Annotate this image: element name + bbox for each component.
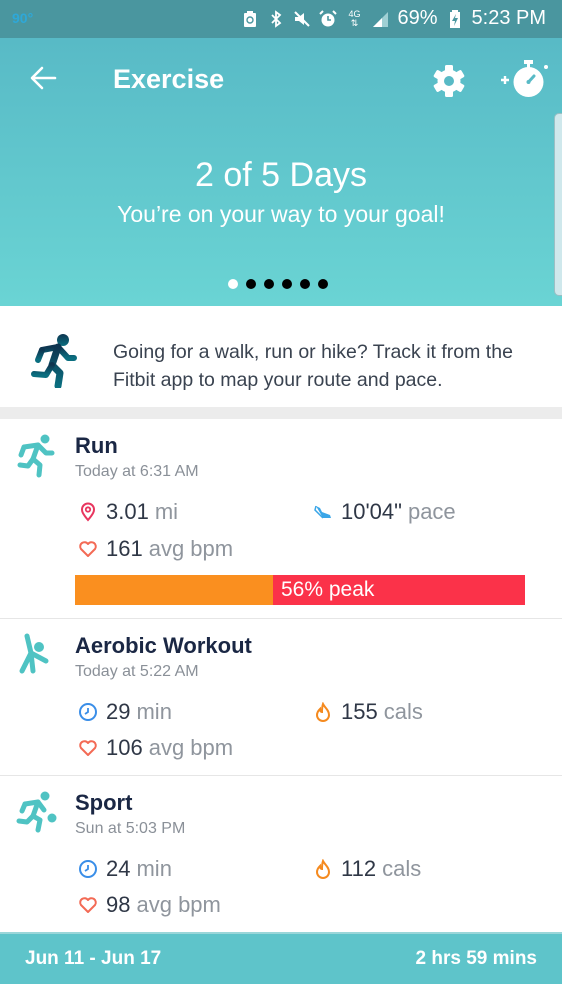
page-dot[interactable] — [300, 279, 310, 289]
flame-icon — [315, 702, 331, 722]
section-divider — [0, 407, 562, 419]
page-title: Exercise — [113, 64, 225, 94]
date-range: Jun 11 - Jun 17 — [25, 948, 162, 969]
weekly-summary-bar[interactable]: Jun 11 - Jun 17 2 hrs 59 mins — [0, 932, 562, 984]
heart-icon — [79, 740, 97, 756]
clock-icon — [79, 703, 97, 721]
page-dot[interactable] — [282, 279, 292, 289]
exercise-entry-run[interactable]: Run Today at 6:31 AM 3.01 mi 10'04" pace… — [0, 419, 562, 619]
page-indicator[interactable] — [228, 279, 328, 289]
stat-heart-rate: 98 avg bpm — [78, 892, 221, 918]
exercise-time: Sun at 5:03 PM — [75, 820, 186, 837]
run-icon — [17, 434, 55, 478]
data-4g-icon: 4G ⇅ — [348, 8, 361, 28]
goal-header: Exercise 2 of 5 Days You’re on your way … — [0, 38, 562, 306]
heart-icon — [79, 897, 97, 913]
flame-icon — [315, 859, 331, 879]
total-exercise-time: 2 hrs 59 mins — [415, 948, 537, 969]
clock-time: 5:23 PM — [471, 7, 546, 29]
stat-distance: 3.01 mi — [78, 499, 178, 525]
settings-button[interactable] — [432, 64, 466, 98]
gear-icon — [433, 65, 465, 97]
stat-calories: 112 cals — [313, 856, 421, 882]
stat-pace: 10'04" pace — [313, 499, 456, 525]
tip-text: Going for a walk, run or hike? Track it … — [113, 341, 513, 391]
location-pin-icon — [80, 502, 96, 522]
exercise-name: Run — [75, 433, 118, 458]
stat-duration: 29 min — [78, 699, 172, 725]
exercise-name: Aerobic Workout — [75, 633, 252, 658]
battery-saver-icon — [241, 9, 259, 29]
stat-heart-rate: 161 avg bpm — [78, 536, 233, 562]
heart-rate-zone-bar: 56% peak — [75, 575, 525, 605]
battery-percent: 69% — [397, 7, 438, 29]
next-card-peek[interactable] — [554, 113, 562, 296]
sport-icon — [16, 791, 57, 833]
signal-icon — [371, 9, 389, 29]
gps-tip-banner[interactable]: Going for a walk, run or hike? Track it … — [0, 306, 562, 407]
stopwatch-plus-icon — [501, 60, 548, 97]
arrow-left-icon — [30, 66, 57, 90]
page-dot[interactable] — [246, 279, 256, 289]
charging-battery-icon — [446, 9, 464, 29]
alarm-icon — [319, 9, 338, 29]
exercise-name: Sport — [75, 790, 133, 815]
runner-icon — [31, 334, 77, 388]
mute-icon — [293, 9, 311, 29]
goal-message: You’re on your way to your goal! — [117, 201, 445, 227]
exercise-entry-aerobic[interactable]: Aerobic Workout Today at 5:22 AM 29 min … — [0, 619, 562, 776]
status-bar: 90° 4G ⇅ 69% 5:23 PM — [0, 0, 562, 38]
stat-duration: 24 min — [78, 856, 172, 882]
page-dot[interactable] — [264, 279, 274, 289]
stat-heart-rate: 106 avg bpm — [78, 735, 233, 761]
back-button[interactable] — [28, 62, 60, 94]
zone-segment-peak: 56% peak — [273, 575, 525, 605]
exercise-entry-sport[interactable]: Sport Sun at 5:03 PM 24 min 112 cals 98 … — [0, 776, 562, 932]
temperature-indicator: 90° — [12, 10, 34, 26]
page-dot-active[interactable] — [228, 279, 238, 289]
exercise-time: Today at 6:31 AM — [75, 463, 199, 480]
exercise-time: Today at 5:22 AM — [75, 663, 199, 680]
clock-icon — [79, 860, 97, 878]
shoe-icon — [314, 505, 331, 519]
add-exercise-button[interactable] — [498, 58, 552, 100]
aerobic-icon — [19, 633, 49, 674]
goal-progress-headline: 2 of 5 Days — [195, 156, 367, 194]
stat-calories: 155 cals — [313, 699, 423, 725]
page-dot[interactable] — [318, 279, 328, 289]
heart-icon — [79, 541, 97, 557]
zone-segment-cardio — [75, 575, 273, 605]
bluetooth-icon — [267, 9, 285, 29]
